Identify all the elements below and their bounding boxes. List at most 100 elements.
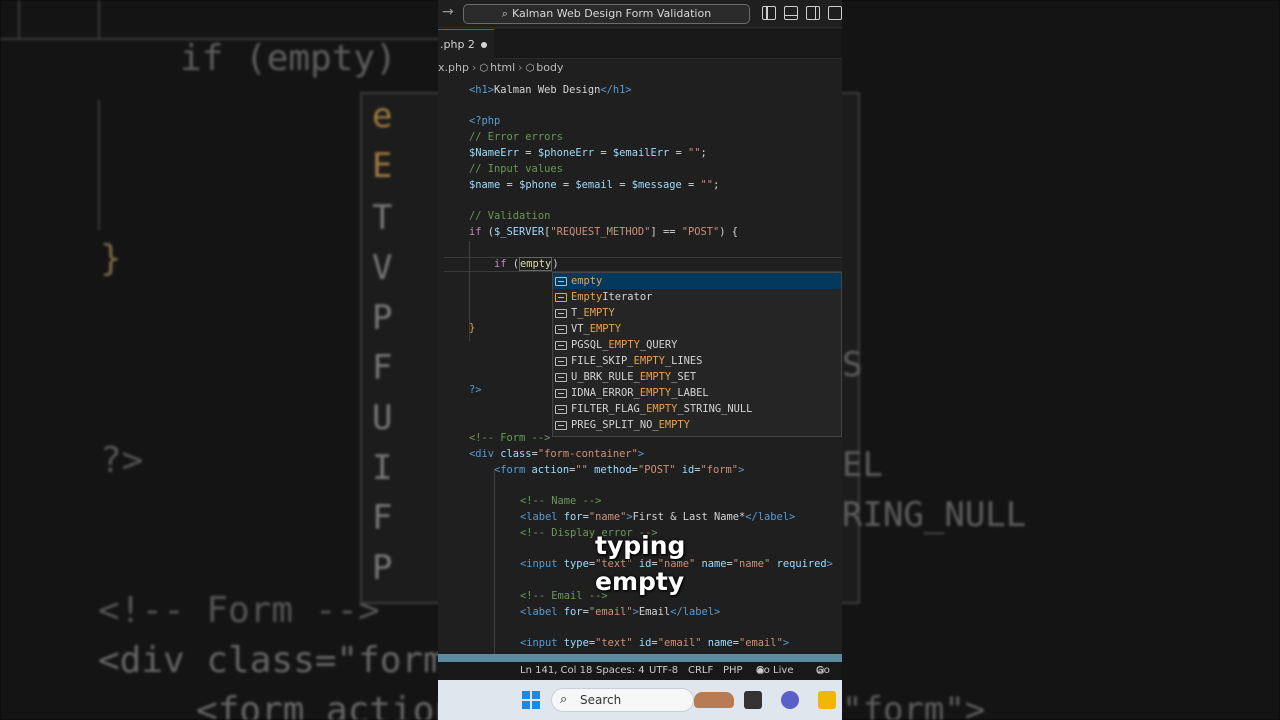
constant-icon bbox=[555, 372, 567, 382]
chevron-right-icon: › bbox=[518, 61, 523, 74]
search-icon: ⌕ bbox=[501, 7, 508, 20]
autocomplete-suggest-widget: empty EmptyIterator T_EMPTY VT_EMPTY PGS… bbox=[552, 272, 842, 437]
suggestion-item[interactable]: FILE_SKIP_EMPTY_LINES bbox=[553, 353, 841, 369]
command-center-label: Kalman Web Design Form Validation bbox=[511, 7, 712, 20]
status-cursor-position[interactable]: Ln 141, Col 18 bbox=[520, 662, 592, 680]
layout-controls bbox=[762, 6, 842, 20]
chat-app-icon[interactable] bbox=[781, 691, 799, 709]
bg-sugg-letter: P bbox=[372, 548, 393, 588]
suggestion-item[interactable]: FILTER_FLAG_EMPTY_STRING_NULL bbox=[553, 401, 841, 417]
code-line: <form action="" method="POST" id="form"> bbox=[494, 464, 745, 476]
search-icon: ⌕ bbox=[560, 692, 568, 707]
breadcrumb-body[interactable]: body bbox=[536, 61, 563, 74]
code-line: <!-- Form --> bbox=[469, 432, 551, 444]
indent-guide bbox=[494, 471, 495, 656]
suggestion-item[interactable]: T_EMPTY bbox=[553, 305, 841, 321]
chevron-right-icon: › bbox=[471, 61, 477, 74]
suggestion-item[interactable]: VT_EMPTY bbox=[553, 321, 841, 337]
code-line: if ($_SERVER["REQUEST_METHOD"] == "POST"… bbox=[469, 226, 739, 238]
tab-bar: .php 2 bbox=[438, 29, 842, 59]
bg-div: <div class="form- bbox=[98, 640, 467, 681]
bg-sugg-letter: U bbox=[372, 398, 393, 438]
suggestion-item[interactable]: PREG_SPLIT_NO_EMPTY bbox=[553, 417, 841, 433]
code-line: $NameErr = $phoneErr = $emailErr = ""; bbox=[469, 147, 707, 159]
bg-right-text: "form"> bbox=[842, 690, 986, 720]
tab-label: .php 2 bbox=[440, 38, 475, 51]
bg-right-text: RING_NULL bbox=[842, 495, 1027, 535]
constant-icon bbox=[555, 356, 567, 366]
symbol-icon: ⬡ bbox=[479, 63, 489, 74]
bg-if-text: if (empty) bbox=[180, 38, 397, 79]
suggestion-item[interactable]: empty bbox=[553, 273, 841, 289]
file-explorer-icon[interactable] bbox=[818, 691, 836, 709]
bg-php-close: ?> bbox=[100, 440, 144, 481]
bg-brace: } bbox=[100, 238, 122, 279]
suggestion-item[interactable]: U_BRK_RULE_EMPTY_SET bbox=[553, 369, 841, 385]
forward-arrow-icon[interactable]: → bbox=[442, 4, 454, 20]
title-bar: → ⌕ Kalman Web Design Form Validation bbox=[438, 0, 842, 28]
scrollbar-horizontal[interactable] bbox=[438, 654, 842, 662]
toggle-secondary-sidebar-icon[interactable] bbox=[806, 6, 820, 20]
caption-line: empty bbox=[595, 567, 685, 596]
breadcrumb-html[interactable]: html bbox=[490, 61, 515, 74]
caption-line: typing bbox=[595, 531, 686, 560]
suggestion-item[interactable]: EmptyIterator bbox=[553, 289, 841, 305]
constant-icon bbox=[555, 388, 567, 398]
code-line: ?> bbox=[469, 384, 482, 396]
taskbar-search[interactable]: ⌕ Search bbox=[551, 688, 694, 712]
constant-icon bbox=[555, 308, 567, 318]
code-line: // Input values bbox=[469, 163, 563, 175]
windows-start-icon[interactable] bbox=[522, 691, 540, 709]
status-indentation[interactable]: Spaces: 4 bbox=[596, 662, 645, 680]
bg-sugg-letter: V bbox=[372, 248, 393, 288]
vscode-window: → ⌕ Kalman Web Design Form Validation .ph… bbox=[438, 0, 842, 720]
bg-sugg-letter: F bbox=[372, 498, 393, 538]
command-center[interactable]: ⌕ Kalman Web Design Form Validation bbox=[463, 4, 750, 24]
code-line: // Error errors bbox=[469, 131, 563, 143]
code-line: } bbox=[469, 322, 476, 334]
video-caption: typing empty bbox=[595, 528, 685, 600]
bg-sugg-letter: P bbox=[372, 298, 393, 338]
status-language[interactable]: PHP bbox=[723, 662, 743, 680]
status-encoding[interactable]: UTF-8 bbox=[649, 662, 678, 680]
suggestion-item[interactable]: PGSQL_EMPTY_QUERY bbox=[553, 337, 841, 353]
bg-form-comment: <!-- Form --> bbox=[98, 590, 380, 631]
bg-sugg-first: e bbox=[372, 96, 393, 136]
toggle-primary-sidebar-icon[interactable] bbox=[762, 6, 776, 20]
bg-right-text: EL bbox=[842, 445, 883, 485]
status-bar: Ln 141, Col 18 Spaces: 4 UTF-8 CRLF PHP … bbox=[438, 662, 842, 680]
list-icon bbox=[555, 276, 567, 286]
bg-divider bbox=[98, 0, 100, 40]
customize-layout-icon[interactable] bbox=[828, 6, 842, 20]
constant-icon bbox=[555, 404, 567, 414]
task-view-icon[interactable] bbox=[744, 691, 762, 709]
widgets-icon[interactable] bbox=[694, 692, 734, 708]
status-eol[interactable]: CRLF bbox=[688, 662, 713, 680]
class-icon bbox=[555, 292, 567, 302]
bg-sugg-letter: F bbox=[372, 348, 393, 388]
code-line: $name = $phone = $email = $message = ""; bbox=[469, 179, 720, 191]
taskbar-search-label: Search bbox=[580, 693, 622, 707]
code-line: // Validation bbox=[469, 210, 551, 222]
breadcrumb-file[interactable]: x.php bbox=[438, 61, 469, 74]
bg-form: <form action bbox=[196, 690, 457, 720]
suggestion-item[interactable]: IDNA_ERROR_EMPTY_LABEL bbox=[553, 385, 841, 401]
symbol-icon: ⬡ bbox=[525, 63, 535, 74]
bg-sugg-letter: T bbox=[372, 198, 393, 238]
code-line: <label for="email">Email</label> bbox=[520, 606, 721, 618]
code-line: <label for="name">First & Last Name*</la… bbox=[520, 511, 796, 523]
constant-icon bbox=[555, 340, 567, 350]
bg-divider bbox=[18, 0, 20, 40]
unsaved-dot-icon[interactable] bbox=[480, 42, 487, 48]
code-line: <?php bbox=[469, 115, 501, 127]
constant-icon bbox=[555, 420, 567, 430]
code-line-current: if (empty) bbox=[494, 257, 559, 271]
code-line: <div class="form-container"> bbox=[469, 448, 645, 460]
code-line: <input type="text" id="email" name="emai… bbox=[520, 637, 790, 649]
bg-guide bbox=[98, 100, 100, 230]
toggle-panel-icon[interactable] bbox=[784, 6, 798, 20]
code-line: <!-- Name --> bbox=[520, 495, 602, 507]
code-line: <h1>Kalman Web Design</h1> bbox=[469, 84, 632, 96]
bg-right-text: S bbox=[842, 345, 863, 385]
tab-php-file[interactable]: .php 2 bbox=[438, 29, 494, 59]
